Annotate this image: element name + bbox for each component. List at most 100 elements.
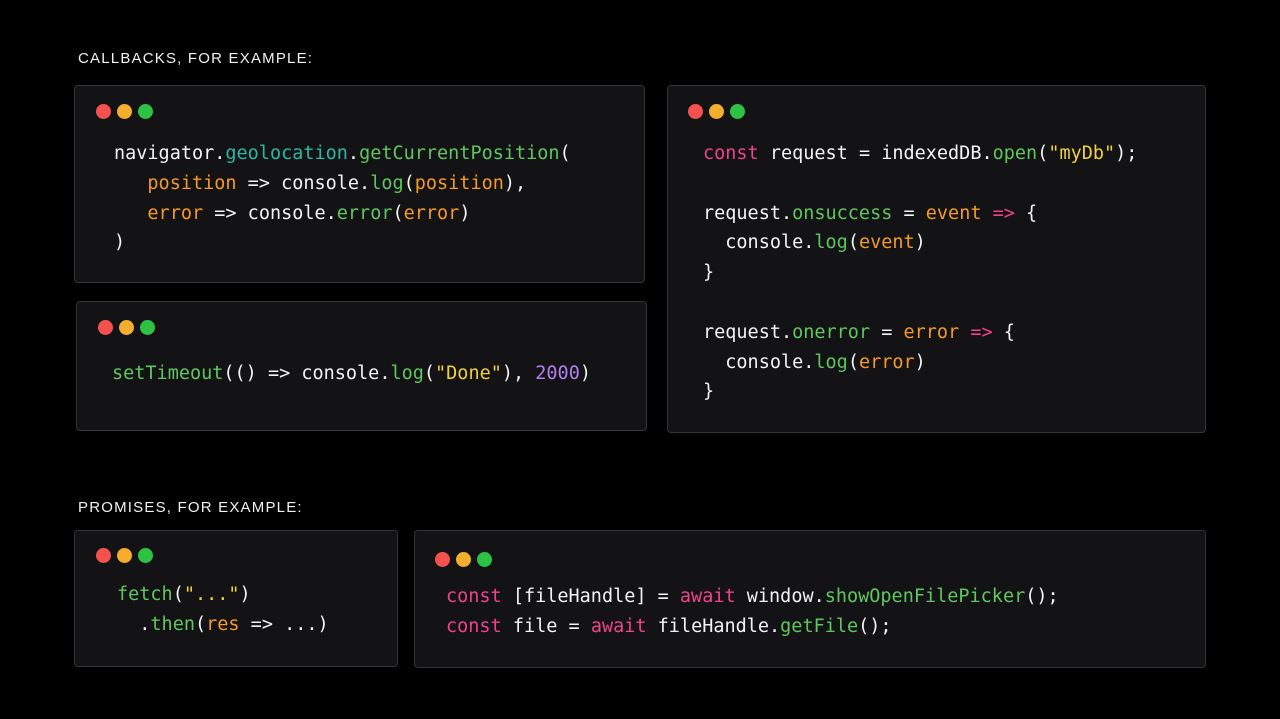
code-token: file = bbox=[501, 615, 591, 637]
code-window-settimeout: setTimeout(() => console.log("Done"), 20… bbox=[76, 301, 647, 431]
zoom-dot-icon bbox=[140, 320, 155, 335]
code-block: setTimeout(() => console.log("Done"), 20… bbox=[112, 359, 591, 389]
zoom-dot-icon bbox=[138, 104, 153, 119]
code-token: => ...) bbox=[239, 613, 329, 635]
code-token: onerror bbox=[792, 321, 871, 343]
code-token: "Done" bbox=[435, 363, 502, 384]
code-token: log bbox=[390, 363, 424, 384]
code-token: fileHandle. bbox=[646, 615, 781, 637]
code-token: request = indexedDB. bbox=[758, 143, 993, 164]
code-token: ) bbox=[114, 232, 126, 254]
code-line: ) bbox=[114, 228, 571, 258]
code-line: } bbox=[703, 377, 1137, 407]
code-token: => console. bbox=[203, 202, 337, 224]
code-token: ) bbox=[579, 363, 591, 384]
code-token: } bbox=[703, 262, 715, 284]
code-token: ( bbox=[403, 172, 415, 194]
code-token: ( bbox=[847, 351, 859, 373]
code-line: console.log(error) bbox=[703, 348, 1137, 378]
code-token: ) bbox=[914, 351, 926, 373]
code-token: request. bbox=[703, 321, 793, 343]
window-controls bbox=[96, 548, 153, 563]
code-token: log bbox=[814, 351, 848, 373]
code-window-fetch: fetch("...") .then(res => ...) bbox=[74, 530, 398, 667]
code-line: navigator.geolocation.getCurrentPosition… bbox=[114, 139, 571, 169]
code-line: .then(res => ...) bbox=[117, 610, 329, 640]
code-token: ( bbox=[847, 232, 859, 254]
close-dot-icon bbox=[435, 552, 450, 567]
code-token: ( bbox=[172, 584, 184, 605]
code-token: event bbox=[925, 202, 982, 224]
code-token: window. bbox=[735, 586, 825, 607]
code-token: "myDb" bbox=[1048, 143, 1116, 164]
code-token: const bbox=[703, 143, 759, 164]
window-controls bbox=[96, 104, 153, 119]
window-controls bbox=[688, 104, 745, 119]
code-token: error bbox=[903, 321, 960, 343]
window-controls bbox=[98, 320, 155, 335]
code-token: "..." bbox=[183, 584, 240, 605]
code-token: ( bbox=[194, 613, 207, 635]
minimize-dot-icon bbox=[709, 104, 724, 119]
code-window-geolocation: navigator.geolocation.getCurrentPosition… bbox=[74, 85, 645, 283]
code-token: res bbox=[206, 613, 240, 635]
code-token: getCurrentPosition bbox=[359, 143, 560, 164]
zoom-dot-icon bbox=[730, 104, 745, 119]
code-token: position bbox=[414, 172, 504, 194]
code-token: ); bbox=[1115, 143, 1138, 164]
code-line: setTimeout(() => console.log("Done"), 20… bbox=[112, 359, 591, 389]
code-line: error => console.error(error) bbox=[114, 199, 571, 229]
code-token: log bbox=[814, 232, 848, 254]
code-token: => bbox=[970, 321, 993, 343]
code-token: } bbox=[703, 381, 715, 403]
code-line: } bbox=[703, 258, 1137, 288]
code-line: fetch("...") bbox=[117, 580, 329, 610]
code-token: { bbox=[992, 321, 1015, 343]
minimize-dot-icon bbox=[117, 104, 132, 119]
code-token: ), bbox=[501, 363, 536, 384]
window-controls bbox=[435, 552, 492, 567]
code-token: position bbox=[147, 172, 237, 194]
code-token: . bbox=[347, 143, 360, 164]
minimize-dot-icon bbox=[119, 320, 134, 335]
code-line: request.onsuccess = event => { bbox=[703, 199, 1137, 229]
code-token: then bbox=[150, 613, 195, 635]
code-token: fetch bbox=[117, 584, 173, 605]
code-token: const bbox=[446, 615, 502, 637]
code-token: navigator. bbox=[114, 143, 226, 164]
code-token: ), bbox=[503, 172, 527, 194]
code-line: const request = indexedDB.open("myDb"); bbox=[703, 139, 1137, 169]
close-dot-icon bbox=[96, 104, 111, 119]
code-token: (); bbox=[1025, 586, 1059, 607]
close-dot-icon bbox=[96, 548, 111, 563]
code-token: console. bbox=[703, 232, 815, 254]
code-token: = bbox=[870, 321, 904, 343]
code-token: ) bbox=[914, 232, 926, 254]
code-token: event bbox=[858, 232, 915, 254]
code-token: ( bbox=[1037, 143, 1049, 164]
code-line: request.onerror = error => { bbox=[703, 318, 1137, 348]
code-token: (); bbox=[858, 615, 892, 637]
code-token: = bbox=[892, 202, 926, 224]
code-token: ) bbox=[459, 202, 471, 224]
code-line: console.log(event) bbox=[703, 228, 1137, 258]
code-token: [fileHandle] = bbox=[501, 586, 680, 607]
code-block: const request = indexedDB.open("myDb"); r… bbox=[703, 139, 1137, 407]
code-token: await bbox=[679, 586, 736, 607]
code-token: open bbox=[992, 143, 1038, 164]
code-token: const bbox=[446, 586, 502, 607]
code-token: => bbox=[992, 202, 1015, 224]
minimize-dot-icon bbox=[117, 548, 132, 563]
code-token: console. bbox=[703, 351, 815, 373]
code-token: ) bbox=[239, 584, 251, 605]
code-block: navigator.geolocation.getCurrentPosition… bbox=[114, 139, 571, 258]
code-window-filepicker: const [fileHandle] = await window.showOp… bbox=[414, 530, 1206, 668]
code-token: => console. bbox=[236, 172, 371, 194]
code-token: 2000 bbox=[535, 363, 580, 384]
code-line: position => console.log(position), bbox=[114, 169, 571, 199]
